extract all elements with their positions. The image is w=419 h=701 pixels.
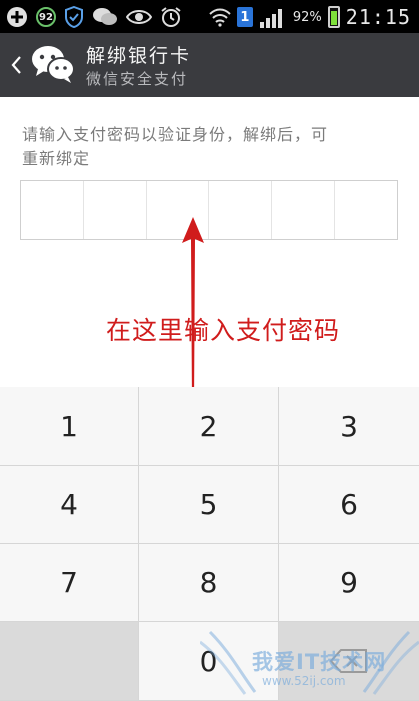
prompt-line-2: 重新绑定 (22, 149, 91, 168)
alarm-icon (160, 6, 182, 28)
wechat-logo-icon (30, 43, 76, 85)
key-2[interactable]: 2 (139, 387, 279, 466)
key-8[interactable]: 8 (139, 544, 279, 622)
pin-digit-cell[interactable] (84, 181, 147, 239)
clock: 21:15 (345, 5, 411, 29)
add-icon (6, 6, 28, 28)
annotation-text: 在这里输入支付密码 (106, 316, 341, 345)
key-blank (0, 622, 139, 701)
battery-percent: 92% (292, 9, 322, 25)
eye-icon (126, 7, 152, 27)
key-9[interactable]: 9 (279, 544, 419, 622)
prompt-line-1: 请输入支付密码以验证身份，解绑后，可 (22, 125, 329, 144)
key-4[interactable]: 4 (0, 466, 139, 544)
key-5[interactable]: 5 (139, 466, 279, 544)
pin-digit-cell[interactable] (272, 181, 336, 239)
chevron-left-icon[interactable] (8, 51, 24, 79)
wechat-icon (92, 6, 118, 28)
shield-icon (64, 6, 84, 28)
key-1[interactable]: 1 (0, 387, 139, 466)
backspace-icon (329, 649, 367, 673)
main-content: 请输入支付密码以验证身份，解绑后，可 重新绑定 在这里输入支付密码 (0, 97, 419, 407)
key-0[interactable]: 0 (139, 622, 279, 701)
status-bar: 92 1 92% 21:15 (0, 0, 419, 33)
delete-key[interactable] (279, 622, 419, 701)
status-icons-left: 92 (6, 5, 182, 29)
key-3[interactable]: 3 (279, 387, 419, 466)
battery-icon (327, 6, 340, 28)
title-bar: 解绑银行卡 微信安全支付 (0, 33, 419, 97)
signal-icon (259, 6, 287, 28)
wifi-icon (209, 7, 231, 27)
status-icons-right: 1 92% 21:15 (209, 5, 411, 29)
pin-digit-cell[interactable] (335, 181, 397, 239)
pin-digit-cell[interactable] (21, 181, 84, 239)
page-subtitle: 微信安全支付 (86, 70, 189, 88)
key-7[interactable]: 7 (0, 544, 139, 622)
security-badge-icon: 92 (36, 7, 56, 27)
key-6[interactable]: 6 (279, 466, 419, 544)
payment-password-input[interactable] (20, 180, 398, 240)
sim-icon: 1 (236, 7, 253, 27)
pin-digit-cell[interactable] (209, 181, 273, 239)
page-title: 解绑银行卡 (86, 45, 192, 67)
numeric-keypad: 1 2 3 4 5 6 7 8 9 0 (0, 387, 419, 701)
prompt-text: 请输入支付密码以验证身份，解绑后，可 重新绑定 (22, 123, 404, 171)
